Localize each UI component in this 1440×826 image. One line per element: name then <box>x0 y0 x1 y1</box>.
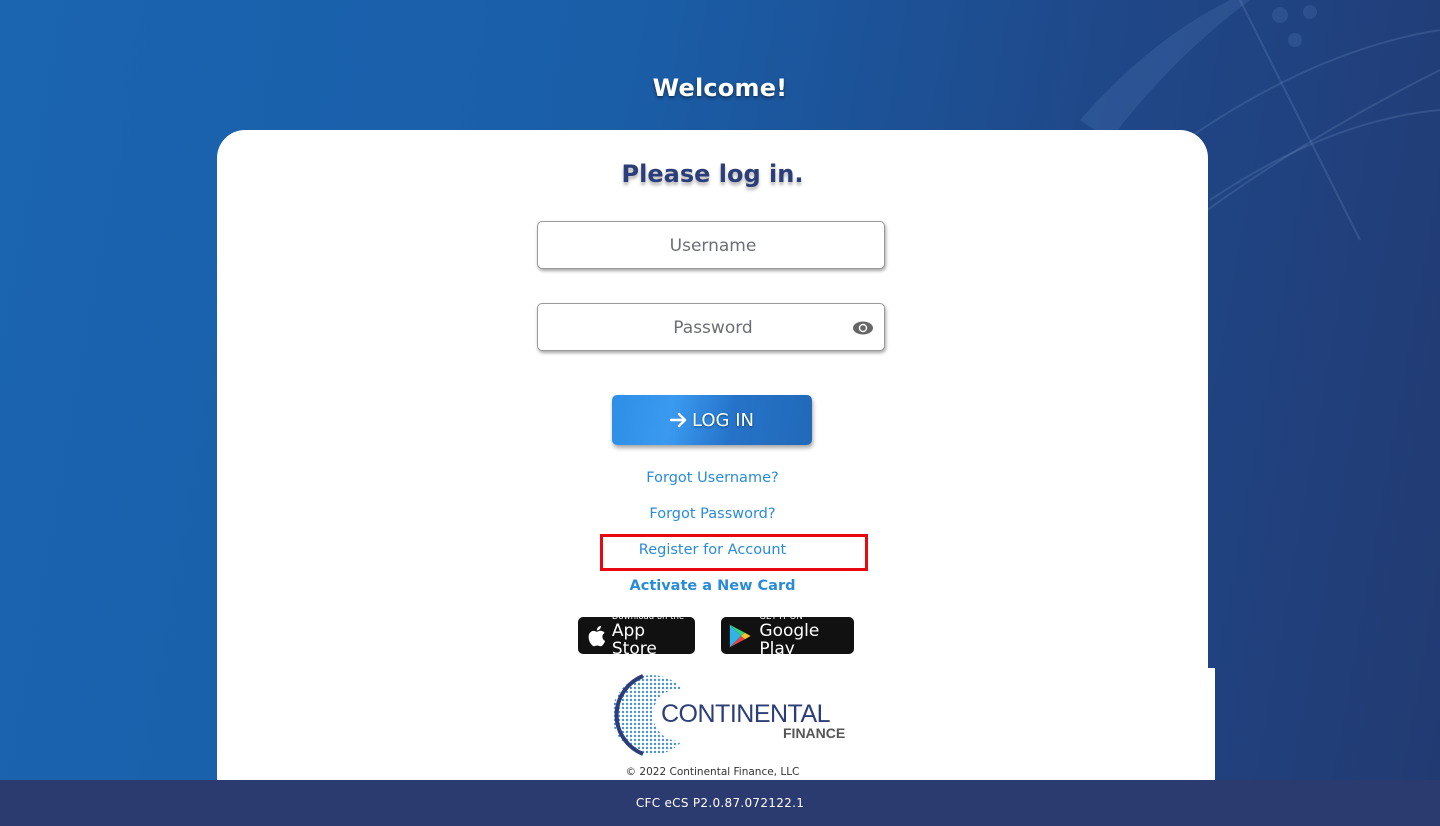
forgot-password-link[interactable]: Forgot Password? <box>217 506 1208 522</box>
activate-card-link[interactable]: Activate a New Card <box>217 578 1208 594</box>
footer-bar: CFC eCS P2.0.87.072122.1 <box>0 780 1440 826</box>
logo-subtitle: FINANCE <box>783 725 846 741</box>
login-card: Please log in. LOG IN Forgot Username? F… <box>217 130 1208 780</box>
arrow-right-icon <box>670 412 687 428</box>
google-play-badge[interactable]: GET IT ON Google Play <box>721 613 854 658</box>
google-play-icon <box>729 624 751 647</box>
apple-icon <box>588 625 606 646</box>
app-store-badge[interactable]: Download on the App Store <box>578 613 695 658</box>
password-field <box>537 303 888 352</box>
forgot-username-link[interactable]: Forgot Username? <box>217 470 1208 486</box>
password-input[interactable] <box>538 304 888 352</box>
app-store-big-text: App Store <box>611 621 657 659</box>
version-text: CFC eCS P2.0.87.072122.1 <box>635 796 805 810</box>
username-field <box>537 221 888 270</box>
page-title: Please log in. <box>621 160 804 188</box>
card-extension <box>1200 668 1215 780</box>
continental-finance-logo: CONTINENTAL FINANCE <box>605 670 845 760</box>
login-button[interactable]: LOG IN <box>612 395 812 445</box>
google-play-big-text: Google Play <box>759 621 820 659</box>
copyright-text: © 2022 Continental Finance, LLC <box>625 766 800 778</box>
login-button-label: LOG IN <box>692 409 754 431</box>
username-input[interactable] <box>538 222 888 270</box>
eye-icon[interactable] <box>852 319 874 337</box>
welcome-heading: Welcome! <box>652 74 788 102</box>
register-link[interactable]: Register for Account <box>217 542 1208 558</box>
